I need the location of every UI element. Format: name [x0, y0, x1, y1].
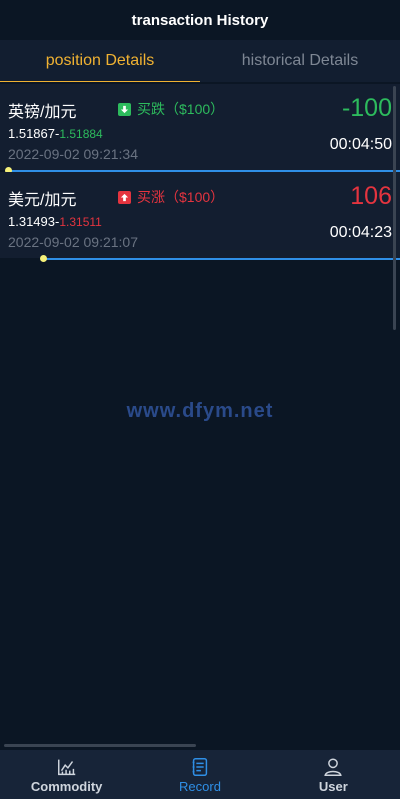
record-icon: [192, 757, 208, 776]
countdown-timer: 00:04:23: [329, 224, 392, 241]
current-price: 1.51884: [59, 127, 103, 141]
watermark: www.dfym.net: [126, 400, 274, 422]
nav-label: Commodity: [30, 778, 103, 794]
progress-fill: [43, 258, 400, 260]
countdown-timer: 00:04:50: [329, 136, 392, 153]
direction-badge: 买跌（$100）: [118, 99, 224, 119]
price-info: 1.51867-1.51884: [8, 126, 103, 141]
open-price: 1.31493: [8, 214, 55, 229]
page-title: transaction History: [131, 11, 269, 29]
position-item[interactable]: 美元/加元 买涨（$100） 1.31493-1.31511 2022-09-0…: [0, 172, 400, 262]
direction-badge: 买涨（$100）: [118, 187, 224, 207]
current-price: 1.31511: [59, 215, 102, 229]
progress-dot: [40, 255, 48, 262]
profit-value: -100: [341, 94, 392, 122]
direction-label: 买涨（$100）: [137, 189, 225, 205]
tab-position-details[interactable]: position Details: [0, 40, 200, 82]
currency-pair: 英镑/加元: [8, 104, 77, 121]
position-list: 英镑/加元 买跌（$100） 1.51867-1.51884 2022-09-0…: [0, 84, 400, 262]
bottom-nav: Commodity Record User: [0, 750, 400, 799]
horizontal-scrollbar[interactable]: [4, 744, 196, 747]
nav-commodity[interactable]: Commodity: [0, 750, 133, 799]
nav-record[interactable]: Record: [133, 750, 266, 799]
direction-label: 买跌（$100）: [137, 101, 225, 117]
position-item[interactable]: 英镑/加元 买跌（$100） 1.51867-1.51884 2022-09-0…: [0, 84, 400, 174]
vertical-scrollbar[interactable]: [393, 86, 396, 330]
header: transaction History: [0, 0, 400, 40]
progress-bar: [8, 255, 400, 262]
currency-pair: 美元/加元: [8, 192, 77, 209]
nav-label: Record: [179, 778, 221, 794]
tab-historical-details[interactable]: historical Details: [200, 40, 400, 82]
nav-label: User: [318, 778, 348, 794]
open-price: 1.51867: [8, 126, 55, 141]
arrow-up-icon: [118, 190, 131, 204]
user-icon: [324, 757, 342, 776]
profit-value: 106: [350, 182, 392, 210]
price-info: 1.31493-1.31511: [8, 214, 102, 229]
nav-user[interactable]: User: [267, 750, 400, 799]
order-time: 2022-09-02 09:21:07: [8, 234, 138, 250]
arrow-down-icon: [118, 102, 131, 116]
order-time: 2022-09-02 09:21:34: [8, 146, 138, 162]
chart-icon: [57, 759, 75, 775]
tab-bar: position Details historical Details: [0, 40, 400, 82]
